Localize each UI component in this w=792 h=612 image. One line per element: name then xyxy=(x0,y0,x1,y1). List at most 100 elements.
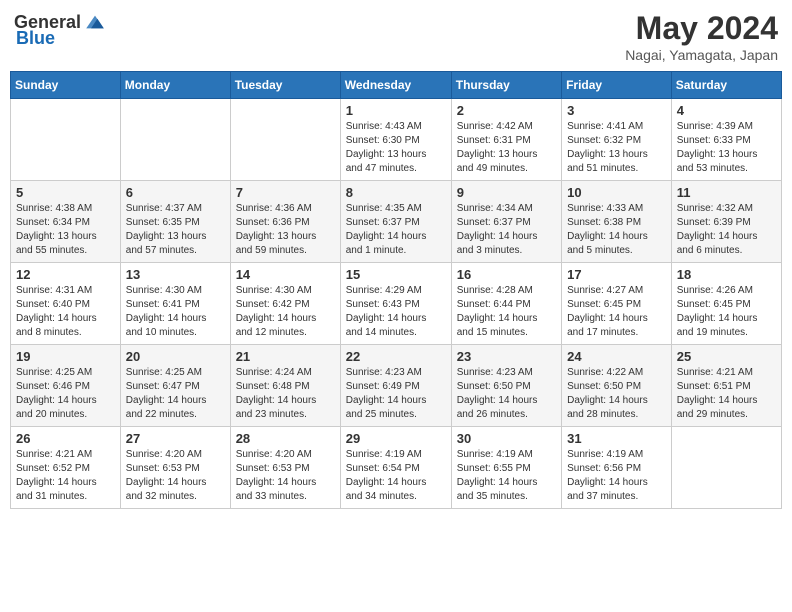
day-info: Sunrise: 4:43 AM Sunset: 6:30 PM Dayligh… xyxy=(346,120,446,176)
day-number: 24 xyxy=(567,349,666,364)
weekday-header: Tuesday xyxy=(230,72,340,99)
day-number: 8 xyxy=(346,185,446,200)
calendar-week-row: 1 Sunrise: 4:43 AM Sunset: 6:30 PM Daylig… xyxy=(11,99,782,181)
day-number: 12 xyxy=(16,267,115,282)
calendar-cell: 7 Sunrise: 4:36 AM Sunset: 6:36 PM Daylig… xyxy=(230,181,340,263)
calendar-cell: 19 Sunrise: 4:25 AM Sunset: 6:46 PM Dayli… xyxy=(11,345,121,427)
day-number: 17 xyxy=(567,267,666,282)
day-info: Sunrise: 4:36 AM Sunset: 6:36 PM Dayligh… xyxy=(236,202,335,258)
calendar-cell xyxy=(671,427,781,509)
day-number: 22 xyxy=(346,349,446,364)
day-number: 23 xyxy=(457,349,556,364)
calendar-cell: 18Sunrise: 4:26 AM Sunset: 6:45 PM Dayli… xyxy=(671,263,781,345)
day-info: Sunrise: 4:34 AM Sunset: 6:37 PM Dayligh… xyxy=(457,202,556,258)
title-block: May 2024 Nagai, Yamagata, Japan xyxy=(625,10,778,63)
day-number: 7 xyxy=(236,185,335,200)
day-number: 10 xyxy=(567,185,666,200)
day-info: Sunrise: 4:41 AM Sunset: 6:32 PM Dayligh… xyxy=(567,120,666,176)
calendar-table: SundayMondayTuesdayWednesdayThursdayFrid… xyxy=(10,71,782,509)
calendar-cell: 17Sunrise: 4:27 AM Sunset: 6:45 PM Dayli… xyxy=(562,263,672,345)
calendar-week-row: 26 Sunrise: 4:21 AM Sunset: 6:52 PM Dayli… xyxy=(11,427,782,509)
day-info: Sunrise: 4:32 AM Sunset: 6:39 PM Dayligh… xyxy=(677,202,776,258)
calendar-cell: 25 Sunrise: 4:21 AM Sunset: 6:51 PM Dayli… xyxy=(671,345,781,427)
day-info: Sunrise: 4:38 AM Sunset: 6:34 PM Dayligh… xyxy=(16,202,115,258)
day-info: Sunrise: 4:25 AM Sunset: 6:46 PM Dayligh… xyxy=(16,366,115,422)
weekday-header: Saturday xyxy=(671,72,781,99)
calendar-cell: 15 Sunrise: 4:29 AM Sunset: 6:43 PM Dayli… xyxy=(340,263,451,345)
day-number: 6 xyxy=(126,185,225,200)
calendar-cell: 8 Sunrise: 4:35 AM Sunset: 6:37 PM Daylig… xyxy=(340,181,451,263)
day-number: 26 xyxy=(16,431,115,446)
day-number: 4 xyxy=(677,103,776,118)
calendar-cell: 4 Sunrise: 4:39 AM Sunset: 6:33 PM Daylig… xyxy=(671,99,781,181)
calendar-cell: 21 Sunrise: 4:24 AM Sunset: 6:48 PM Dayli… xyxy=(230,345,340,427)
day-number: 29 xyxy=(346,431,446,446)
day-number: 28 xyxy=(236,431,335,446)
day-info: Sunrise: 4:33 AM Sunset: 6:38 PM Dayligh… xyxy=(567,202,666,258)
weekday-header: Sunday xyxy=(11,72,121,99)
calendar-cell xyxy=(230,99,340,181)
day-number: 9 xyxy=(457,185,556,200)
day-number: 27 xyxy=(126,431,225,446)
calendar-cell: 20Sunrise: 4:25 AM Sunset: 6:47 PM Dayli… xyxy=(120,345,230,427)
day-info: Sunrise: 4:21 AM Sunset: 6:51 PM Dayligh… xyxy=(677,366,776,422)
day-info: Sunrise: 4:21 AM Sunset: 6:52 PM Dayligh… xyxy=(16,448,115,504)
day-number: 16 xyxy=(457,267,556,282)
day-info: Sunrise: 4:30 AM Sunset: 6:41 PM Dayligh… xyxy=(126,284,225,340)
day-info: Sunrise: 4:23 AM Sunset: 6:50 PM Dayligh… xyxy=(457,366,556,422)
logo: General Blue xyxy=(14,10,107,49)
calendar-cell: 14 Sunrise: 4:30 AM Sunset: 6:42 PM Dayli… xyxy=(230,263,340,345)
calendar-cell: 29 Sunrise: 4:19 AM Sunset: 6:54 PM Dayli… xyxy=(340,427,451,509)
calendar-week-row: 5Sunrise: 4:38 AM Sunset: 6:34 PM Daylig… xyxy=(11,181,782,263)
calendar-cell: 31Sunrise: 4:19 AM Sunset: 6:56 PM Dayli… xyxy=(562,427,672,509)
location: Nagai, Yamagata, Japan xyxy=(625,47,778,63)
day-number: 31 xyxy=(567,431,666,446)
weekday-header: Monday xyxy=(120,72,230,99)
day-info: Sunrise: 4:35 AM Sunset: 6:37 PM Dayligh… xyxy=(346,202,446,258)
day-number: 3 xyxy=(567,103,666,118)
logo-blue: Blue xyxy=(16,28,55,49)
day-number: 25 xyxy=(677,349,776,364)
calendar-cell: 12 Sunrise: 4:31 AM Sunset: 6:40 PM Dayli… xyxy=(11,263,121,345)
month-year: May 2024 xyxy=(625,10,778,47)
day-info: Sunrise: 4:22 AM Sunset: 6:50 PM Dayligh… xyxy=(567,366,666,422)
day-info: Sunrise: 4:30 AM Sunset: 6:42 PM Dayligh… xyxy=(236,284,335,340)
day-number: 21 xyxy=(236,349,335,364)
calendar-cell: 16Sunrise: 4:28 AM Sunset: 6:44 PM Dayli… xyxy=(451,263,561,345)
day-info: Sunrise: 4:29 AM Sunset: 6:43 PM Dayligh… xyxy=(346,284,446,340)
day-info: Sunrise: 4:39 AM Sunset: 6:33 PM Dayligh… xyxy=(677,120,776,176)
calendar-cell: 10 Sunrise: 4:33 AM Sunset: 6:38 PM Dayli… xyxy=(562,181,672,263)
calendar-cell: 30Sunrise: 4:19 AM Sunset: 6:55 PM Dayli… xyxy=(451,427,561,509)
day-number: 30 xyxy=(457,431,556,446)
weekday-header: Thursday xyxy=(451,72,561,99)
day-number: 1 xyxy=(346,103,446,118)
day-number: 13 xyxy=(126,267,225,282)
calendar-week-row: 12 Sunrise: 4:31 AM Sunset: 6:40 PM Dayli… xyxy=(11,263,782,345)
calendar-cell: 5Sunrise: 4:38 AM Sunset: 6:34 PM Daylig… xyxy=(11,181,121,263)
day-info: Sunrise: 4:25 AM Sunset: 6:47 PM Dayligh… xyxy=(126,366,225,422)
day-info: Sunrise: 4:20 AM Sunset: 6:53 PM Dayligh… xyxy=(126,448,225,504)
day-number: 2 xyxy=(457,103,556,118)
calendar-cell: 6 Sunrise: 4:37 AM Sunset: 6:35 PM Daylig… xyxy=(120,181,230,263)
page-header: General Blue May 2024 Nagai, Yamagata, J… xyxy=(10,10,782,63)
day-number: 15 xyxy=(346,267,446,282)
calendar-cell: 28Sunrise: 4:20 AM Sunset: 6:53 PM Dayli… xyxy=(230,427,340,509)
day-info: Sunrise: 4:37 AM Sunset: 6:35 PM Dayligh… xyxy=(126,202,225,258)
calendar-header-row: SundayMondayTuesdayWednesdayThursdayFrid… xyxy=(11,72,782,99)
calendar-cell: 27 Sunrise: 4:20 AM Sunset: 6:53 PM Dayli… xyxy=(120,427,230,509)
day-info: Sunrise: 4:19 AM Sunset: 6:54 PM Dayligh… xyxy=(346,448,446,504)
day-number: 14 xyxy=(236,267,335,282)
calendar-cell: 1 Sunrise: 4:43 AM Sunset: 6:30 PM Daylig… xyxy=(340,99,451,181)
weekday-header: Wednesday xyxy=(340,72,451,99)
calendar-cell xyxy=(11,99,121,181)
calendar-cell: 22Sunrise: 4:23 AM Sunset: 6:49 PM Dayli… xyxy=(340,345,451,427)
day-info: Sunrise: 4:24 AM Sunset: 6:48 PM Dayligh… xyxy=(236,366,335,422)
calendar-cell: 9 Sunrise: 4:34 AM Sunset: 6:37 PM Daylig… xyxy=(451,181,561,263)
day-number: 11 xyxy=(677,185,776,200)
day-number: 19 xyxy=(16,349,115,364)
day-info: Sunrise: 4:31 AM Sunset: 6:40 PM Dayligh… xyxy=(16,284,115,340)
calendar-cell: 26 Sunrise: 4:21 AM Sunset: 6:52 PM Dayli… xyxy=(11,427,121,509)
logo-icon xyxy=(83,10,107,34)
calendar-cell: 2Sunrise: 4:42 AM Sunset: 6:31 PM Daylig… xyxy=(451,99,561,181)
calendar-cell: 24 Sunrise: 4:22 AM Sunset: 6:50 PM Dayli… xyxy=(562,345,672,427)
